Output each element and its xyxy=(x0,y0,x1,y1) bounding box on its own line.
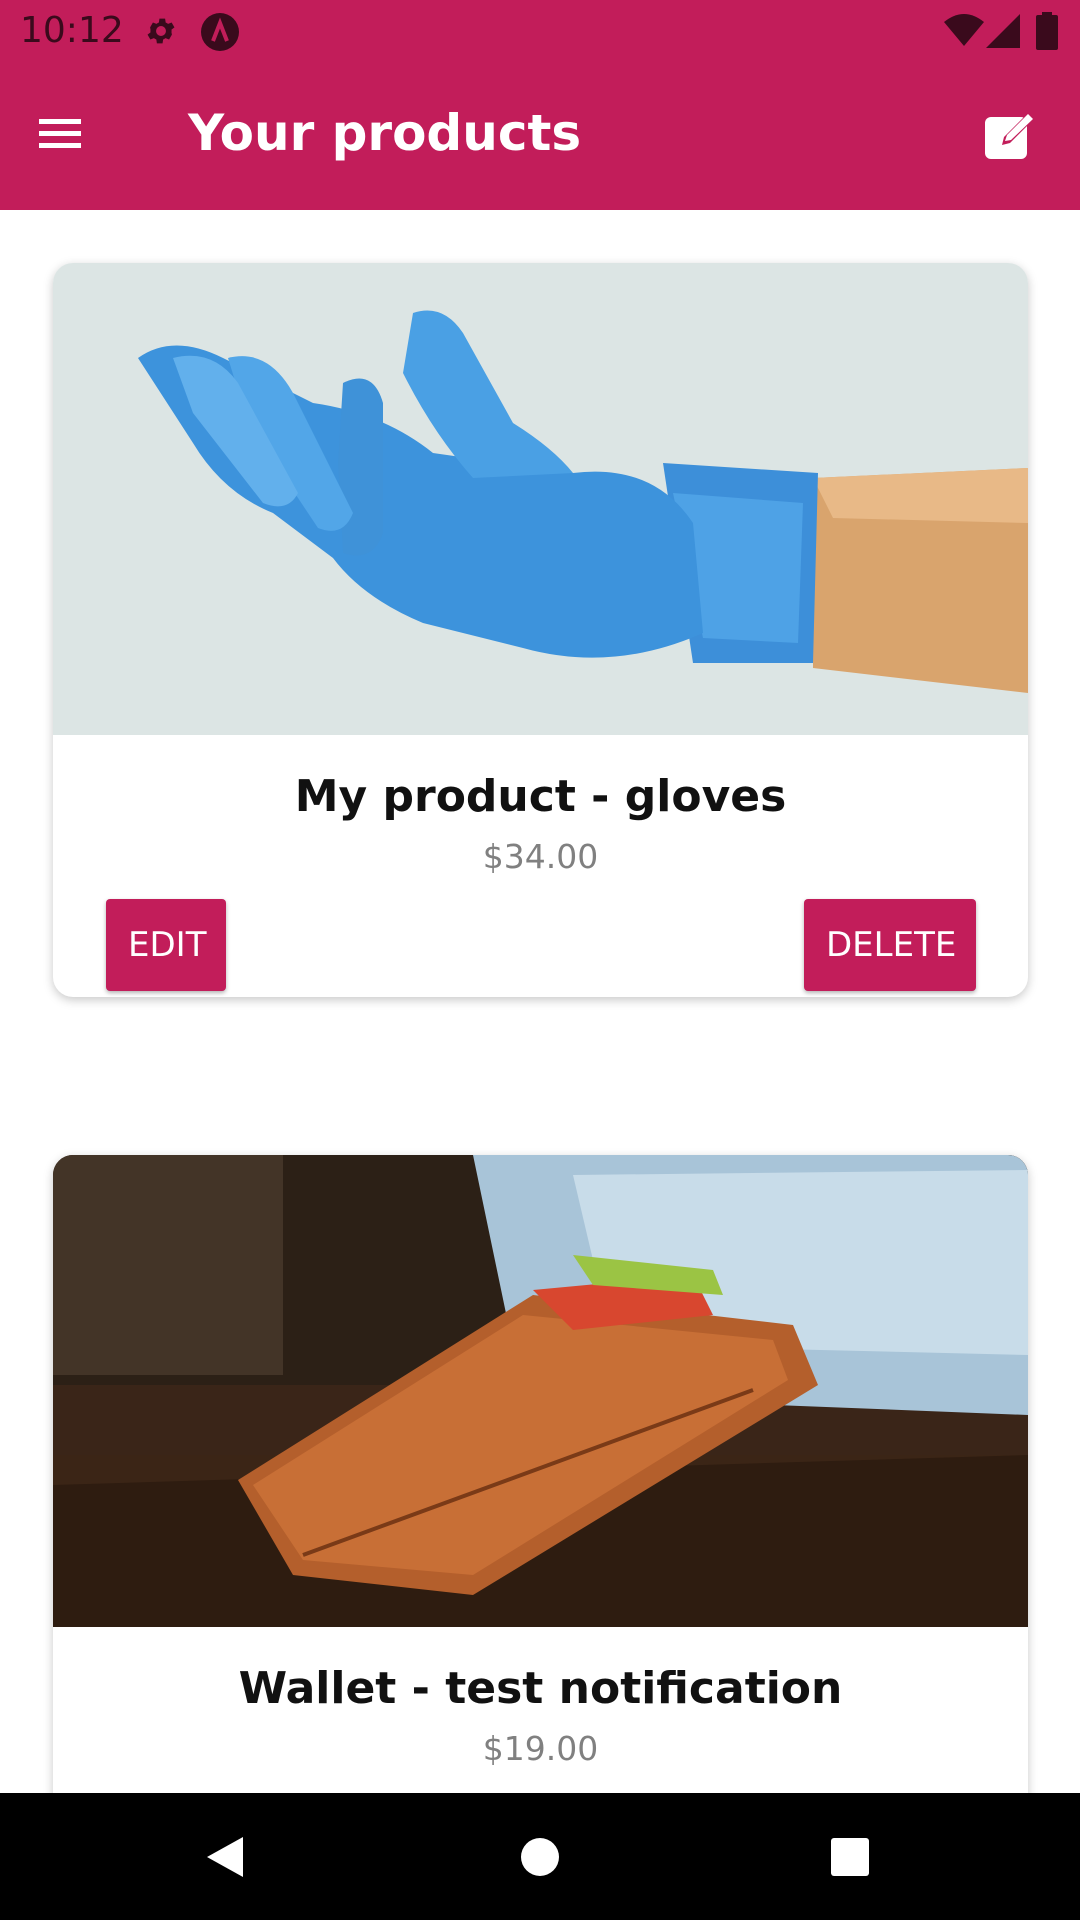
app-bar: Your products xyxy=(0,63,1080,210)
menu-button[interactable] xyxy=(30,103,90,163)
card-actions: EDIT DELETE xyxy=(53,877,1028,997)
page-title: Your products xyxy=(188,104,582,162)
status-time: 10:12 xyxy=(20,10,124,51)
home-icon[interactable] xyxy=(510,1827,570,1887)
product-card: My product - gloves $34.00 EDIT DELETE xyxy=(53,263,1028,997)
delete-button[interactable]: DELETE xyxy=(804,899,976,991)
product-card: Wallet - test notification $19.00 xyxy=(53,1155,1028,1793)
edit-button[interactable]: EDIT xyxy=(106,899,226,991)
product-price: $19.00 xyxy=(482,1729,599,1768)
app-notification-icon xyxy=(201,13,239,51)
recents-icon[interactable] xyxy=(820,1827,880,1887)
battery-icon xyxy=(1036,12,1058,50)
navigation-bar xyxy=(0,1793,1080,1920)
gear-icon xyxy=(147,18,175,44)
product-image xyxy=(53,1155,1028,1627)
product-image xyxy=(53,263,1028,735)
edit-compose-icon xyxy=(985,113,1034,159)
wifi-icon xyxy=(944,14,984,46)
product-price: $34.00 xyxy=(482,837,599,876)
product-title: My product - gloves xyxy=(294,771,787,822)
add-product-button[interactable] xyxy=(978,105,1038,165)
signal-icon xyxy=(986,14,1020,48)
status-bar: 10:12 xyxy=(0,0,1080,63)
product-list[interactable]: My product - gloves $34.00 EDIT DELETE W… xyxy=(0,210,1080,1793)
product-title: Wallet - test notification xyxy=(238,1663,843,1714)
hamburger-menu-icon xyxy=(39,119,81,148)
back-icon[interactable] xyxy=(195,1827,255,1887)
